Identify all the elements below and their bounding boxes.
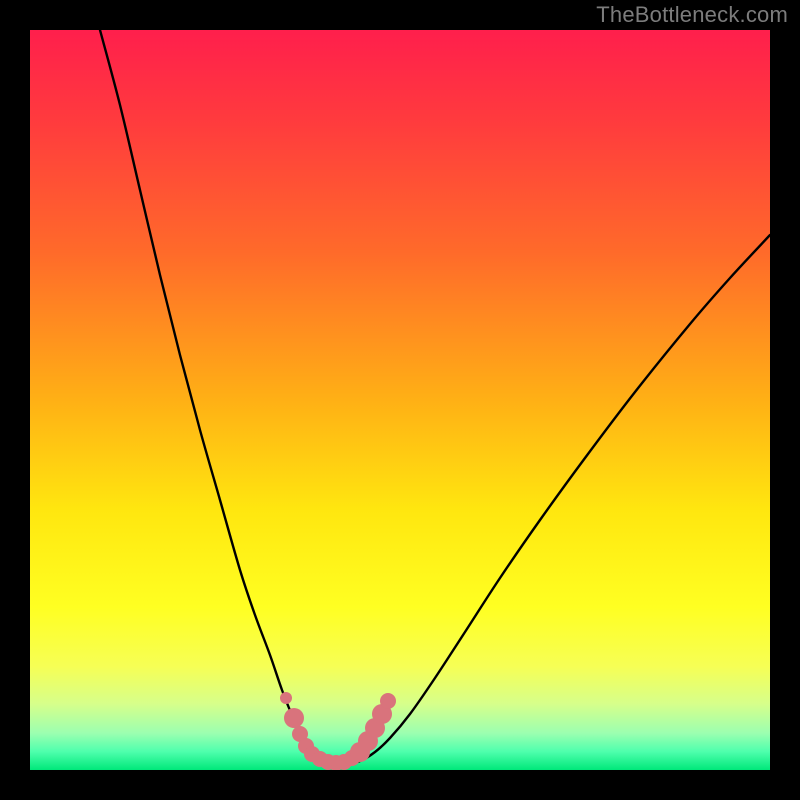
highlight-dot bbox=[284, 708, 304, 728]
chart-frame bbox=[30, 30, 770, 770]
watermark-text: TheBottleneck.com bbox=[596, 2, 788, 28]
highlight-dot bbox=[380, 693, 396, 709]
highlight-dot bbox=[280, 692, 292, 704]
bottleneck-chart bbox=[30, 30, 770, 770]
gradient-background bbox=[30, 30, 770, 770]
